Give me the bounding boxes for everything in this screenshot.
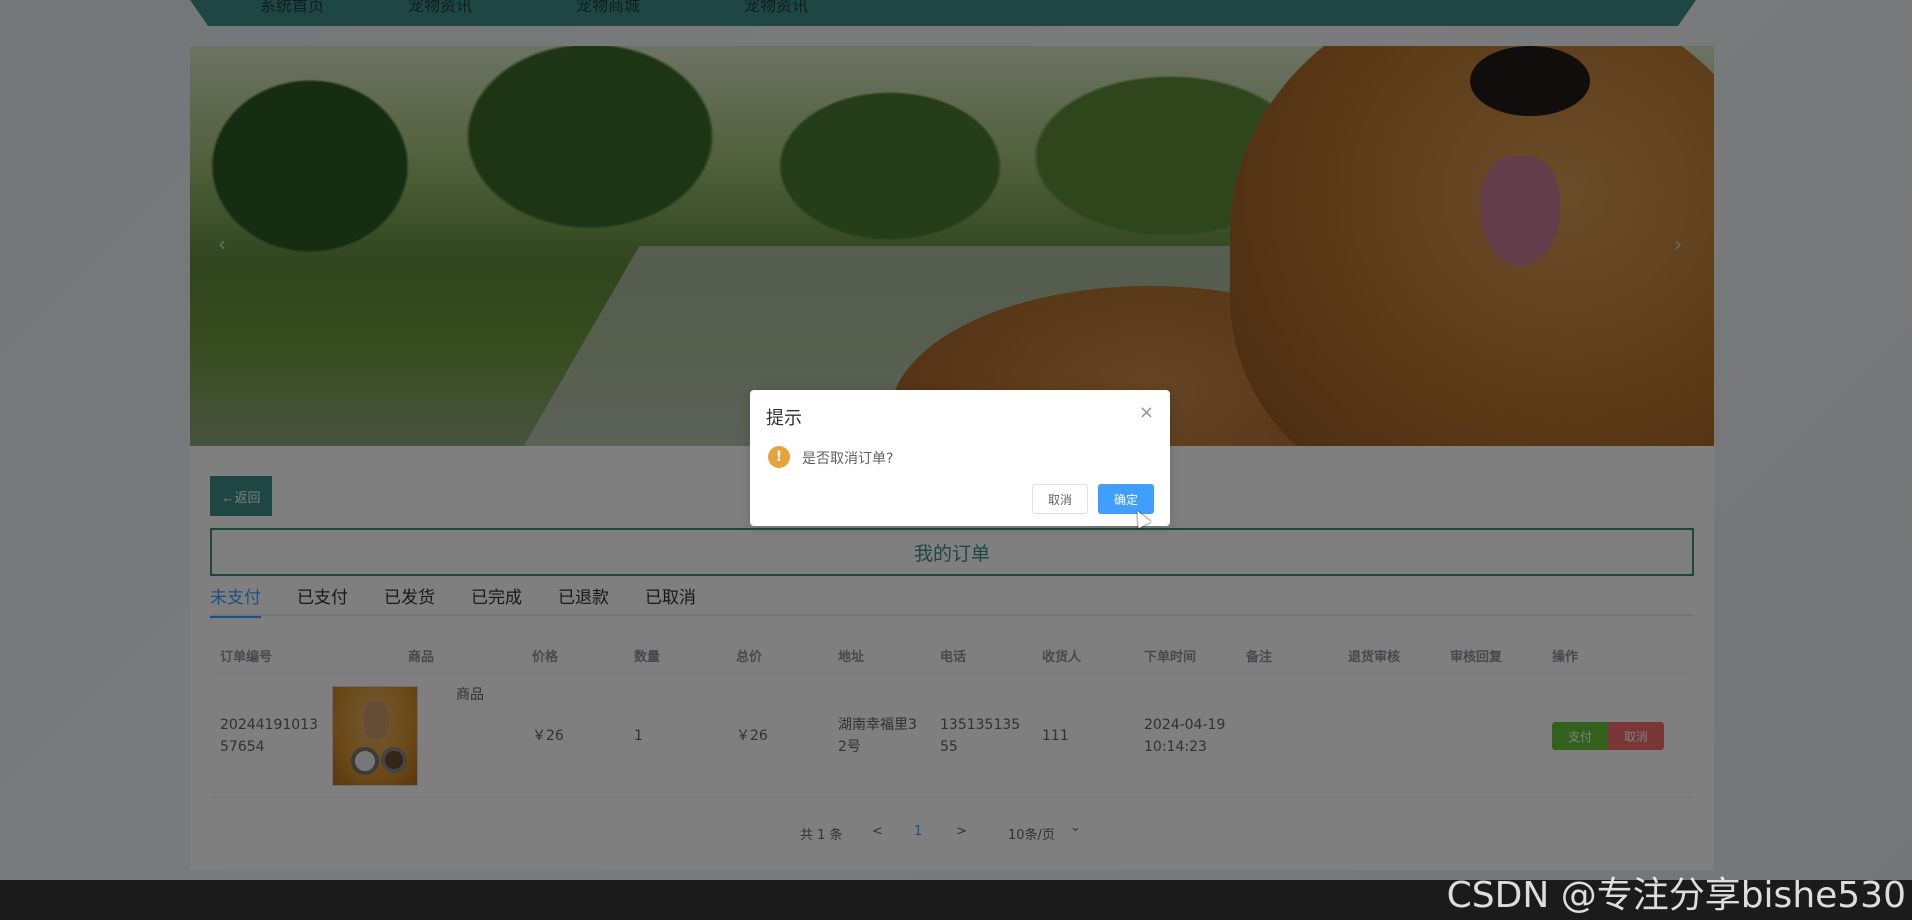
close-icon[interactable]: × bbox=[1139, 402, 1154, 423]
warning-icon: ! bbox=[768, 446, 790, 468]
confirm-dialog: 提示 × ! 是否取消订单? 取消 确定 bbox=[750, 390, 1170, 526]
watermark: CSDN @专注分享bishe530 bbox=[1446, 875, 1906, 916]
dialog-title: 提示 bbox=[766, 408, 802, 429]
dialog-cancel-button[interactable]: 取消 bbox=[1032, 484, 1088, 514]
dialog-message: 是否取消订单? bbox=[802, 451, 894, 467]
dialog-confirm-button[interactable]: 确定 bbox=[1098, 484, 1154, 514]
